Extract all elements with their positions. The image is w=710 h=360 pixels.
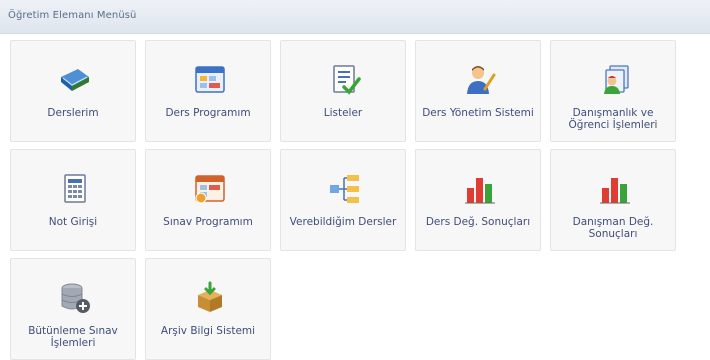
tile-label: Sınav Programım: [163, 216, 253, 228]
bar-chart-icon: [600, 178, 630, 204]
tile-label: Danışmanlık ve Öğrenci İşlemleri: [568, 107, 658, 131]
spreadsheet-icon: [64, 174, 86, 203]
tile-derslerim[interactable]: Derslerim: [10, 40, 136, 142]
tile-ders-yonetim-sistemi[interactable]: Ders Yönetim Sistemi: [415, 40, 541, 142]
tile-label: Danışman Değ. Sonuçları: [572, 216, 654, 240]
archive-box-icon: [198, 281, 222, 312]
checklist-icon: [333, 65, 361, 95]
tile-ders-programim[interactable]: Ders Programım: [145, 40, 271, 142]
sitemap-icon: [330, 175, 359, 203]
database-add-icon: [61, 283, 90, 313]
tile-label: Verebildiğim Dersler: [289, 216, 397, 228]
tile-listeler[interactable]: Listeler: [280, 40, 406, 142]
exam-calendar-icon: [195, 175, 225, 204]
tile-label: Derslerim: [47, 107, 99, 119]
tile-sinav-programim[interactable]: Sınav Programım: [145, 149, 271, 251]
book-icon: [61, 69, 89, 91]
tile-label: Listeler: [323, 107, 363, 119]
tile-label: Bütünleme Sınav İşlemleri: [28, 325, 118, 349]
advisor-documents-icon: [604, 65, 629, 94]
bar-chart-icon: [465, 178, 495, 204]
tile-verebildigim-dersler[interactable]: Verebildiğim Dersler: [280, 149, 406, 251]
tile-label: Ders Programım: [165, 107, 251, 119]
tile-danismanlik[interactable]: Danışmanlık ve Öğrenci İşlemleri: [550, 40, 676, 142]
menu-header: Öğretim Elemanı Menüsü: [0, 0, 710, 34]
tile-not-girisi[interactable]: Not Girişi: [10, 149, 136, 251]
tile-ders-deg-sonuclari[interactable]: Ders Değ. Sonuçları: [415, 149, 541, 251]
tile-label: Ders Değ. Sonuçları: [425, 216, 531, 228]
teacher-icon: [467, 66, 496, 94]
tile-danisman-deg-sonuclari[interactable]: Danışman Değ. Sonuçları: [550, 149, 676, 251]
tile-label: Not Girişi: [48, 216, 98, 228]
tile-label: Ders Yönetim Sistemi: [422, 107, 534, 119]
tile-label: Arşiv Bilgi Sistemi: [160, 325, 256, 337]
tile-arsiv-bilgi-sistemi[interactable]: Arşiv Bilgi Sistemi: [145, 258, 271, 360]
menu-title: Öğretim Elemanı Menüsü: [8, 10, 137, 21]
calendar-window-icon: [195, 66, 225, 93]
tile-butunleme-sinav-islemleri[interactable]: Bütünleme Sınav İşlemleri: [10, 258, 136, 360]
